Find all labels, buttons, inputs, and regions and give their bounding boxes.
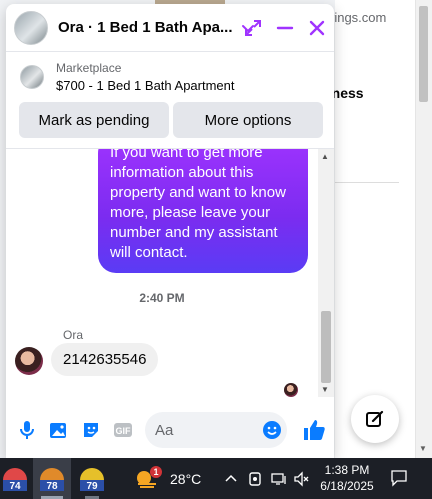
- attach-photo-button[interactable]: [48, 419, 70, 441]
- system-clock[interactable]: 1:38 PM 6/18/2025: [318, 462, 376, 494]
- page-scrollbar-thumb[interactable]: [419, 6, 428, 102]
- new-message-button[interactable]: [351, 395, 399, 443]
- header-actions: [242, 17, 328, 39]
- close-icon: [309, 20, 325, 36]
- marketplace-listing[interactable]: Marketplace $700 - 1 Bed 1 Bath Apartmen…: [6, 52, 334, 102]
- voice-clip-button[interactable]: [16, 419, 38, 441]
- taskbar-app-1[interactable]: 74: [0, 458, 30, 499]
- contact-avatar[interactable]: [14, 10, 48, 45]
- taskbar: 74 78 79 28°C 1:38 PM 6/18/2025: [0, 458, 432, 499]
- photo-icon: [50, 423, 66, 438]
- chat-header[interactable]: Ora · 1 Bed 1 Bath Apa...: [6, 4, 334, 52]
- thumbs-up-icon[interactable]: [302, 418, 326, 442]
- show-hidden-icons-button[interactable]: [222, 470, 240, 488]
- message-timestamp: 2:40 PM: [139, 291, 185, 305]
- minimize-icon: [276, 26, 294, 30]
- tray-app-icon: [249, 472, 261, 486]
- network-button[interactable]: [270, 470, 288, 488]
- mark-as-pending-button[interactable]: Mark as pending: [19, 102, 169, 138]
- chat-scroll-down-arrow[interactable]: ▼: [321, 385, 329, 394]
- weather-app-icon: 78: [40, 467, 64, 492]
- svg-text:GIF: GIF: [116, 426, 132, 436]
- app-badge-1: 74: [9, 481, 21, 492]
- chat-scroll-up-arrow[interactable]: ▲: [321, 152, 329, 161]
- tray-app-button[interactable]: [246, 470, 264, 488]
- taskbar-app-2[interactable]: 78: [33, 458, 71, 499]
- compose-icon: [366, 410, 384, 427]
- chevron-up-icon: [225, 474, 237, 482]
- taskbar-app-3[interactable]: 79: [75, 458, 109, 499]
- listing-text: Marketplace $700 - 1 Bed 1 Bath Apartmen…: [56, 61, 235, 93]
- notification-icon: [391, 470, 407, 487]
- chat-scrollbar-thumb[interactable]: [321, 311, 331, 383]
- speaker-muted-icon: [294, 471, 309, 487]
- emoji-icon[interactable]: [262, 420, 282, 440]
- app-badge-3: 79: [86, 481, 98, 492]
- outgoing-message[interactable]: If you want to get more information abou…: [98, 149, 308, 273]
- volume-button[interactable]: [292, 470, 310, 488]
- listing-actions: Mark as pending More options: [19, 102, 323, 138]
- gif-icon: GIF: [114, 423, 132, 437]
- notifications-button[interactable]: [390, 469, 408, 487]
- weather-alert-badge: 1: [150, 466, 162, 478]
- marketplace-label: Marketplace: [56, 61, 122, 75]
- weather-app-icon: 79: [80, 467, 104, 492]
- expand-icon: [245, 20, 261, 36]
- sticker-icon: [84, 423, 98, 437]
- clock-time: 1:38 PM: [324, 463, 370, 477]
- background-site-text: rings.com: [330, 10, 387, 25]
- incoming-message[interactable]: 2142635546: [51, 343, 159, 376]
- expand-button[interactable]: [242, 17, 264, 39]
- minimize-button[interactable]: [274, 17, 296, 39]
- sender-name: Ora: [63, 328, 84, 342]
- listing-thumbnail: [20, 65, 44, 89]
- sender-avatar[interactable]: [15, 347, 43, 375]
- background-panel: [335, 0, 415, 458]
- microphone-icon: [20, 421, 34, 439]
- message-list: If you want to get more information abou…: [6, 149, 318, 397]
- background-divider: [335, 182, 399, 183]
- chat-window: Ora · 1 Bed 1 Bath Apa... Marketplace $7…: [6, 4, 334, 458]
- network-icon: [271, 473, 286, 485]
- clock-date: 6/18/2025: [320, 479, 374, 493]
- close-button[interactable]: [306, 17, 328, 39]
- more-options-button[interactable]: More options: [173, 102, 323, 138]
- weather-widget[interactable]: 28°C: [134, 458, 214, 499]
- weather-temperature: 28°C: [170, 470, 202, 487]
- app-badge-2: 78: [46, 481, 58, 492]
- sticker-button[interactable]: [80, 419, 102, 441]
- weather-app-icon: 74: [3, 467, 27, 492]
- listing-title: $700 - 1 Bed 1 Bath Apartment: [56, 78, 235, 93]
- chat-scrollbar[interactable]: ▲ ▼: [318, 149, 334, 397]
- message-composer: GIF: [6, 406, 334, 454]
- chat-title[interactable]: Ora · 1 Bed 1 Bath Apa...: [58, 19, 233, 36]
- page-scroll-down-arrow[interactable]: ▼: [419, 444, 427, 453]
- seen-indicator-avatar: [284, 383, 298, 397]
- gif-button[interactable]: GIF: [112, 419, 134, 441]
